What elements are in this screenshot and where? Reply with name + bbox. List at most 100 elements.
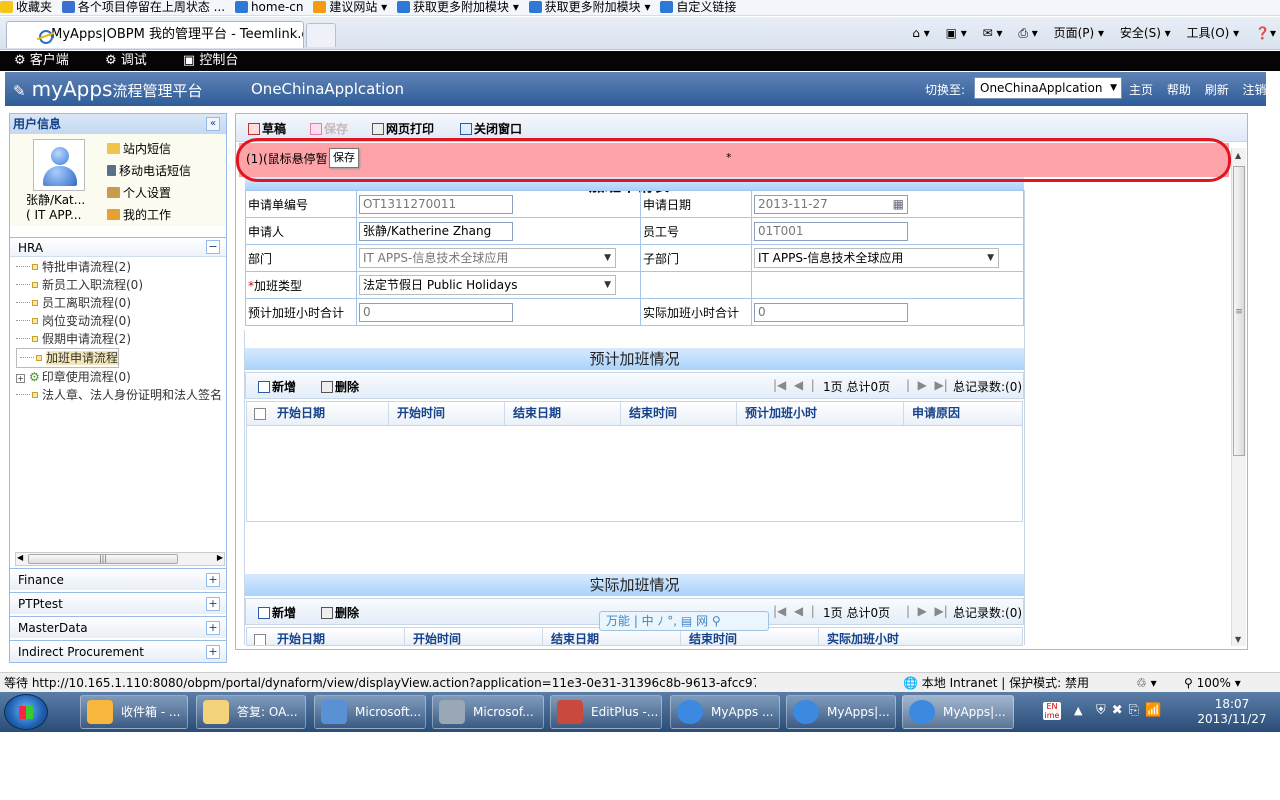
home-icon[interactable]: ⌂ ▾ — [912, 23, 929, 43]
tree-item[interactable]: 特批申请流程(2) — [16, 258, 226, 276]
employee-number-field[interactable]: 01T001 — [754, 221, 908, 241]
scroll-thumb[interactable]: ≡ — [1233, 166, 1245, 456]
application-date-field[interactable]: 2013-11-27 ▦ — [754, 194, 908, 214]
actual-hours-total-field[interactable]: 0 — [754, 302, 908, 322]
favorites-button[interactable]: 收藏夹 — [0, 0, 52, 14]
tree-item[interactable]: 岗位变动流程(0) — [16, 312, 226, 330]
favorite-link[interactable]: home-cn — [234, 0, 304, 14]
favorite-link[interactable]: 建议网站 ▾ — [313, 0, 387, 14]
client-button[interactable]: ⚙ 客户端 — [14, 53, 85, 68]
taskbar-item[interactable]: Microsof... — [432, 695, 544, 729]
application-select[interactable]: OneChinaApplcation ▼ — [974, 77, 1122, 99]
save-button[interactable]: 保存 — [310, 120, 348, 137]
ime-toolbar[interactable]: 万能 | 中 ﾉ °, ▤ 网 ⚲ — [599, 611, 769, 631]
delete-row-button[interactable]: 删除 — [321, 604, 359, 621]
help-link[interactable]: 帮助 — [1167, 83, 1191, 97]
favorite-link[interactable]: 各个项目停留在上周状态 ... — [61, 0, 225, 14]
mail-icon[interactable]: ✉ ▾ — [983, 23, 1003, 43]
taskbar-item[interactable]: EditPlus -... — [550, 695, 662, 729]
taskbar-item[interactable]: 答复: OA... — [196, 695, 306, 729]
protected-mode-icon[interactable]: ♲ ▾ — [1136, 674, 1157, 692]
overtime-type-select[interactable]: 法定节假日 Public Holidays ▼ — [359, 275, 616, 295]
start-button[interactable] — [4, 694, 48, 730]
select-all-checkbox[interactable] — [254, 634, 266, 645]
scroll-thumb[interactable]: ||| — [28, 554, 178, 564]
taskbar-item[interactable]: Microsoft... — [314, 695, 426, 729]
planned-hours-total-field[interactable]: 0 — [359, 302, 513, 322]
column-header[interactable]: 结束时间 — [621, 402, 737, 425]
column-header[interactable]: 申请原因 — [904, 402, 1022, 425]
department-select[interactable]: IT APPS-信息技术全球应用 ▼ — [359, 248, 616, 268]
page-menu[interactable]: 页面(P) ▾ — [1054, 23, 1104, 43]
column-header[interactable]: 开始时间 — [389, 402, 505, 425]
sub-department-select[interactable]: IT APPS-信息技术全球应用 ▼ — [754, 248, 999, 268]
sms-link[interactable]: 移动电话短信 — [107, 160, 191, 182]
add-row-button[interactable]: 新增 — [258, 604, 296, 621]
applicant-field[interactable]: 张静/Katherine Zhang — [359, 221, 513, 241]
tree-item[interactable]: + ⚙ 印章使用流程(0) — [16, 368, 226, 386]
delete-row-button[interactable]: 删除 — [321, 378, 359, 395]
scroll-up-icon[interactable]: ▲ — [1235, 151, 1241, 160]
pager-first-prev[interactable]: |◀ ◀ | — [773, 378, 815, 392]
inbox-message-link[interactable]: 站内短信 — [107, 138, 191, 160]
taskbar-item-active[interactable]: MyApps|... — [902, 695, 1014, 729]
show-hidden-icons[interactable]: ▲ — [1074, 704, 1082, 717]
tree-item[interactable]: 假期申请流程(2) — [16, 330, 226, 348]
pager-first-prev[interactable]: |◀ ◀ | — [773, 604, 815, 618]
help-icon[interactable]: ❓▾ — [1255, 23, 1276, 43]
hra-header[interactable]: HRA — [10, 237, 226, 257]
column-header[interactable]: 实际加班小时 — [819, 628, 1022, 645]
zoom-level[interactable]: ⚲ 100% ▾ — [1184, 674, 1241, 692]
console-button[interactable]: ▣ 控制台 — [183, 53, 254, 68]
security-zone[interactable]: 🌐 本地 Intranet | 保护模式: 禁用 — [903, 674, 1089, 692]
safety-menu[interactable]: 安全(S) ▾ — [1120, 23, 1171, 43]
taskbar-item[interactable]: 收件箱 - ... — [80, 695, 188, 729]
new-tab-button[interactable] — [306, 23, 336, 47]
print-icon[interactable]: ⎙ ▾ — [1018, 23, 1037, 43]
print-button[interactable]: 网页打印 — [372, 120, 434, 137]
tree-item[interactable]: 新员工入职流程(0) — [16, 276, 226, 294]
minus-icon[interactable]: − — [206, 240, 220, 254]
settings-link[interactable]: 个人设置 — [107, 182, 191, 204]
plus-icon[interactable]: + — [206, 573, 220, 587]
favorite-link[interactable]: 自定义链接 — [660, 0, 736, 14]
horizontal-scrollbar[interactable]: ◀ ||| ▶ — [15, 552, 225, 566]
pager-next-last[interactable]: | ▶ ▶| | — [906, 604, 959, 618]
collapse-icon[interactable]: « — [206, 117, 220, 131]
ime-tray-icon[interactable]: EN ime — [1043, 702, 1061, 720]
clock[interactable]: 18:07 2013/11/27 — [1190, 697, 1274, 727]
scroll-down-icon[interactable]: ▼ — [1235, 635, 1241, 644]
application-number-field[interactable]: OT1311270011 — [359, 194, 513, 214]
tray-icons[interactable]: ⛨✖⎘📶 — [1096, 703, 1167, 718]
column-header[interactable]: 结束日期 — [505, 402, 621, 425]
favorite-link[interactable]: 获取更多附加模块 ▾ — [528, 0, 651, 14]
draft-button[interactable]: 草稿 — [248, 120, 286, 137]
favorite-link[interactable]: 获取更多附加模块 ▾ — [397, 0, 519, 14]
refresh-link[interactable]: 刷新 — [1205, 83, 1229, 97]
pager-next-last[interactable]: | ▶ ▶| | — [906, 378, 959, 392]
column-header[interactable]: 开始日期 — [269, 402, 389, 425]
debug-button[interactable]: ⚙ 调试 — [105, 53, 163, 68]
logout-link[interactable]: 注销 — [1243, 83, 1267, 97]
select-all-checkbox[interactable] — [254, 408, 266, 420]
accordion-indirect-procurement[interactable]: Indirect Procurement + — [10, 640, 226, 662]
accordion-masterdata[interactable]: MasterData + — [10, 616, 226, 638]
tools-menu[interactable]: 工具(O) ▾ — [1187, 23, 1240, 43]
calendar-icon[interactable]: ▦ — [893, 196, 904, 213]
accordion-finance[interactable]: Finance + — [10, 568, 226, 590]
vertical-scrollbar[interactable]: ▲ ≡ ▼ — [1231, 148, 1246, 646]
expand-icon[interactable]: + — [16, 374, 25, 383]
tree-item[interactable]: 员工离职流程(0) — [16, 294, 226, 312]
accordion-ptptest[interactable]: PTPtest + — [10, 592, 226, 614]
tree-item[interactable]: 法人章、法人身份证明和法人签名 — [16, 386, 226, 404]
tree-item-selected[interactable]: 加班申请流程 — [16, 348, 120, 368]
plus-icon[interactable]: + — [206, 645, 220, 659]
plus-icon[interactable]: + — [206, 621, 220, 635]
close-window-button[interactable]: 关闭窗口 — [460, 120, 522, 137]
plus-icon[interactable]: + — [206, 597, 220, 611]
feeds-icon[interactable]: ▣ ▾ — [946, 23, 967, 43]
scroll-left-icon[interactable]: ◀ — [17, 553, 23, 562]
column-header[interactable]: 预计加班小时 — [737, 402, 904, 425]
add-row-button[interactable]: 新增 — [258, 378, 296, 395]
browser-tab[interactable]: MyApps|OBPM 我的管理平台 - Teemlink.com — [6, 21, 304, 48]
